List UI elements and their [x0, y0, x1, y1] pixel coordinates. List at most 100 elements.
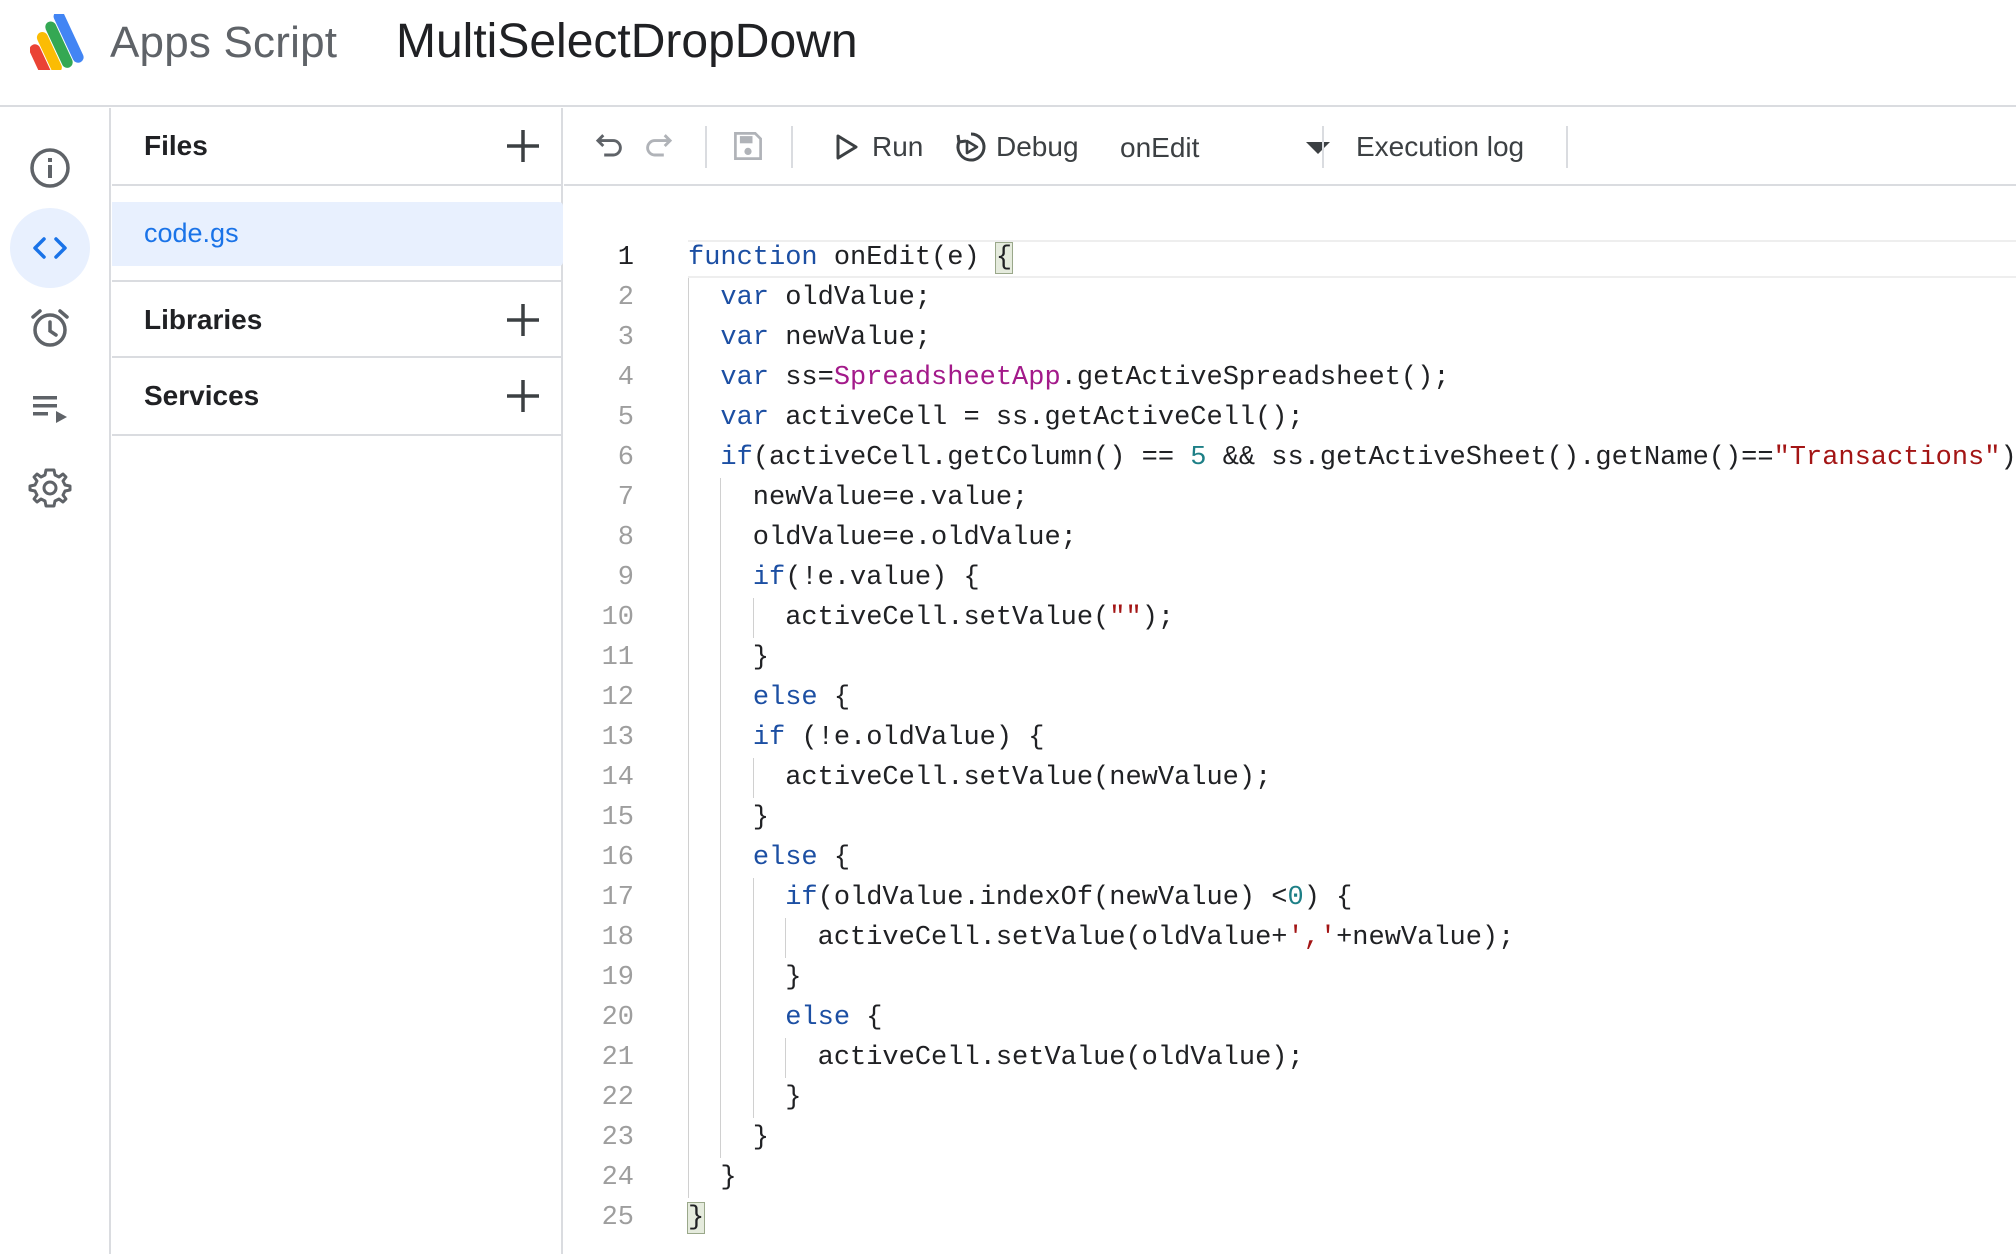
add-service-plus-icon[interactable] [499, 372, 547, 420]
indent-guide [785, 1038, 787, 1078]
code-text: activeCell.setValue(oldValue+','+newValu… [688, 923, 1515, 953]
code-text: } [688, 643, 770, 673]
debug-icon [956, 132, 986, 162]
apps-script-logo[interactable] [30, 14, 100, 70]
project-title[interactable]: MultiSelectDropDown [396, 14, 858, 69]
code-text: activeCell.setValue(oldValue); [688, 1043, 1304, 1073]
code-line[interactable]: 18 activeCell.setValue(oldValue+','+newV… [564, 918, 2016, 958]
code-line[interactable]: 17 if(oldValue.indexOf(newValue) <0) { [564, 878, 2016, 918]
code-line[interactable]: 6 if(activeCell.getColumn() == 5 && ss.g… [564, 438, 2016, 478]
code-text: } [688, 963, 802, 993]
code-line[interactable]: 1 function onEdit(e) { [564, 238, 2016, 278]
code-text: } [686, 1202, 706, 1234]
redo-button[interactable] [640, 124, 684, 168]
execution-log-button[interactable]: Execution log [1356, 122, 1524, 172]
indent-guide [752, 598, 754, 638]
line-number: 5 [617, 403, 634, 433]
run-button[interactable]: Run [830, 122, 923, 172]
code-text: activeCell.setValue(""); [688, 603, 1175, 633]
code-line[interactable]: 22 } [564, 1078, 2016, 1118]
code-text: function onEdit(e) { [688, 242, 1014, 274]
code-text: activeCell.setValue(newValue); [688, 763, 1272, 793]
files-panel: Files code.gs Libraries Services [112, 108, 563, 1254]
code-line[interactable]: 20 else { [564, 998, 2016, 1038]
line-number: 21 [601, 1043, 634, 1073]
code-line[interactable]: 4 var ss=SpreadsheetApp.getActiveSpreads… [564, 358, 2016, 398]
editor-toolbar: Run Debug onEdit Execution log [564, 108, 2016, 186]
line-number: 25 [601, 1203, 634, 1233]
triggers-button[interactable] [10, 288, 90, 368]
code-line[interactable]: 19 } [564, 958, 2016, 998]
line-number: 18 [601, 923, 634, 953]
code-line[interactable]: 14 activeCell.setValue(newValue); [564, 758, 2016, 798]
toolbar-separator [791, 126, 793, 168]
code-text: else { [785, 1003, 883, 1033]
settings-button[interactable] [10, 448, 90, 528]
code-line[interactable]: 15 } [564, 798, 2016, 838]
line-number: 7 [617, 483, 634, 513]
line-number: 12 [601, 683, 634, 713]
code-text: var newValue; [720, 323, 932, 353]
line-number: 2 [617, 283, 634, 313]
code-line[interactable]: 10 activeCell.setValue(""); [564, 598, 2016, 638]
code-line[interactable]: 24 } [564, 1158, 2016, 1198]
code-line[interactable]: 21 activeCell.setValue(oldValue); [564, 1038, 2016, 1078]
toolbar-separator [1566, 126, 1568, 168]
line-number: 16 [601, 843, 634, 873]
toolbar-separator [705, 126, 707, 168]
code-text: } [688, 803, 770, 833]
indent-guide [785, 918, 787, 958]
add-file-plus-icon[interactable] [499, 122, 547, 170]
code-text: if(!e.value) { [752, 563, 980, 593]
code-line[interactable]: 11 } [564, 638, 2016, 678]
code-line[interactable]: 3 var newValue; [564, 318, 2016, 358]
redo-icon [646, 134, 673, 157]
services-label: Services [144, 380, 260, 411]
code-text: else { [752, 683, 851, 713]
code-line[interactable]: 8 oldValue=e.oldValue; [564, 518, 2016, 558]
code-editor[interactable]: 1 function onEdit(e) {2 var oldValue; 3 va… [564, 188, 2016, 1254]
code-line[interactable]: 7 newValue=e.value; [564, 478, 2016, 518]
code-line[interactable]: 13 if (!e.oldValue) { [564, 718, 2016, 758]
line-number: 4 [617, 363, 634, 393]
code-text: if (!e.oldValue) { [752, 723, 1045, 753]
line-number: 17 [601, 883, 634, 913]
code-text: oldValue=e.oldValue; [688, 523, 1077, 553]
playlist-play-icon [33, 396, 67, 423]
libraries-section-header: Libraries [112, 280, 563, 358]
save-button[interactable] [726, 124, 770, 168]
code-text: var activeCell = ss.getActiveCell(); [720, 403, 1304, 433]
executions-button[interactable] [10, 368, 90, 448]
save-icon [734, 132, 762, 160]
line-number: 19 [601, 963, 634, 993]
function-select-value: onEdit [1120, 132, 1200, 163]
app-name[interactable]: Apps Script [110, 18, 337, 68]
code-line[interactable]: 16 else { [564, 838, 2016, 878]
overview-button[interactable] [10, 128, 90, 208]
info-icon [30, 148, 70, 188]
add-library-plus-icon[interactable] [499, 296, 547, 344]
code-line[interactable]: 9 if(!e.value) { [564, 558, 2016, 598]
editor-button[interactable] [10, 208, 90, 288]
code-text: } [688, 1123, 770, 1153]
line-number: 9 [617, 563, 634, 593]
file-item-code-gs[interactable]: code.gs [112, 202, 563, 266]
undo-button[interactable] [584, 124, 628, 168]
code-text: else { [752, 843, 851, 873]
play-icon [836, 134, 858, 160]
libraries-label: Libraries [144, 304, 263, 335]
code-line[interactable]: 5 var activeCell = ss.getActiveCell(); [564, 398, 2016, 438]
line-number: 6 [617, 443, 634, 473]
code-line[interactable]: 2 var oldValue; [564, 278, 2016, 318]
code-line[interactable]: 12 else { [564, 678, 2016, 718]
code-line[interactable]: 23 } [564, 1118, 2016, 1158]
files-label: Files [144, 130, 208, 161]
indent-guide [752, 758, 754, 798]
debug-button[interactable]: Debug [954, 122, 1079, 172]
code-text: var oldValue; [720, 283, 932, 313]
indent-guide [688, 278, 689, 1198]
function-select-dropdown[interactable]: onEdit [1120, 122, 1330, 172]
files-section-header: Files [112, 108, 563, 186]
code-line[interactable]: 25} [564, 1198, 2016, 1238]
code-text: if(oldValue.indexOf(newValue) <0) { [785, 883, 1353, 913]
